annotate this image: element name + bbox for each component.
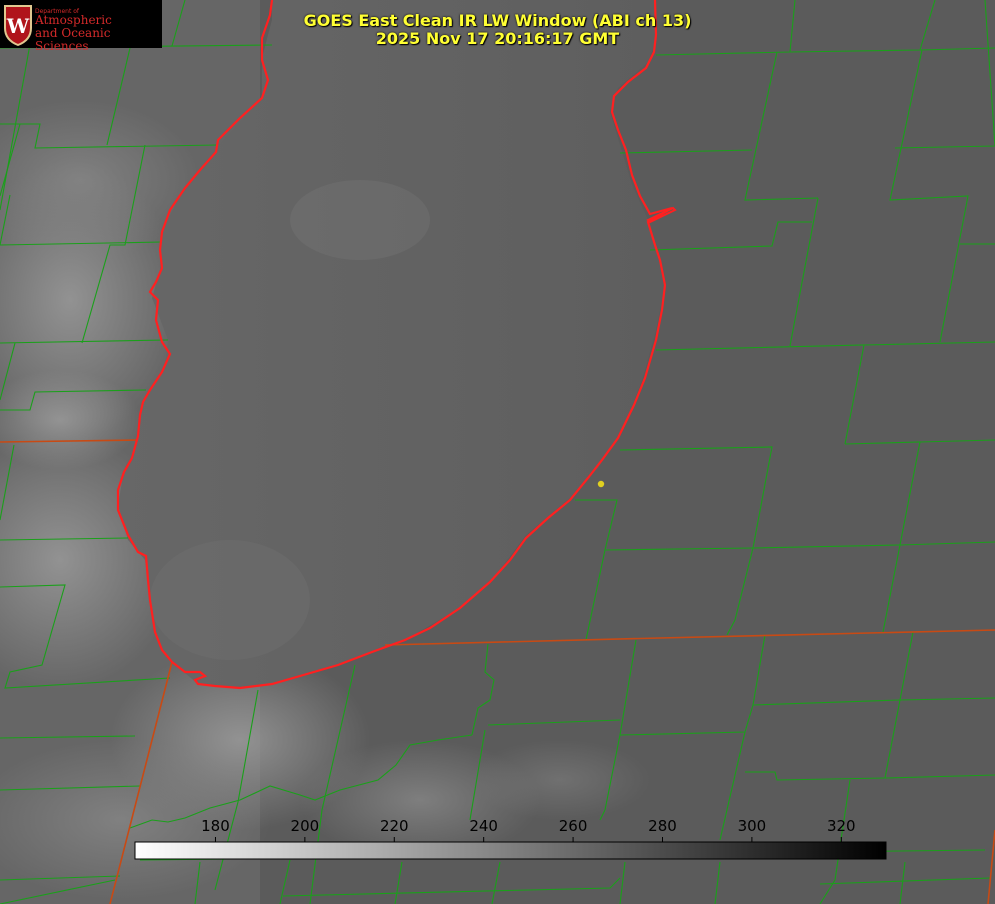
uw-aos-logo: W Department of Atmospheric and Oceanic … xyxy=(0,0,162,53)
logo-line-oceanic: and Oceanic Sciences xyxy=(35,26,111,53)
uw-crest-icon: W xyxy=(4,5,32,46)
colorbar-tick-label: 180 xyxy=(201,817,230,835)
colorbar-gradient xyxy=(134,841,887,860)
satellite-map: 180 200 220 240 260 280 300 320 xyxy=(0,0,995,904)
logo-name-text: Atmospheric and Oceanic Sciences xyxy=(35,14,162,53)
title-product: GOES East Clean IR LW Window (ABI ch 13) xyxy=(303,11,692,30)
colorbar-tick-label: 240 xyxy=(469,817,498,835)
colorbar-tick-label: 260 xyxy=(559,817,588,835)
colorbar-tick-label: 220 xyxy=(380,817,409,835)
image-title: GOES East Clean IR LW Window (ABI ch 13)… xyxy=(260,12,735,48)
city-marker xyxy=(597,480,605,488)
colorbar-tick-label: 200 xyxy=(291,817,320,835)
colorbar-tick-label: 300 xyxy=(738,817,767,835)
colorbar-tick-label: 280 xyxy=(648,817,677,835)
crest-letter: W xyxy=(6,14,30,38)
colorbar-tick-label: 320 xyxy=(827,817,856,835)
title-timestamp: 2025 Nov 17 20:16:17 GMT xyxy=(375,29,620,48)
